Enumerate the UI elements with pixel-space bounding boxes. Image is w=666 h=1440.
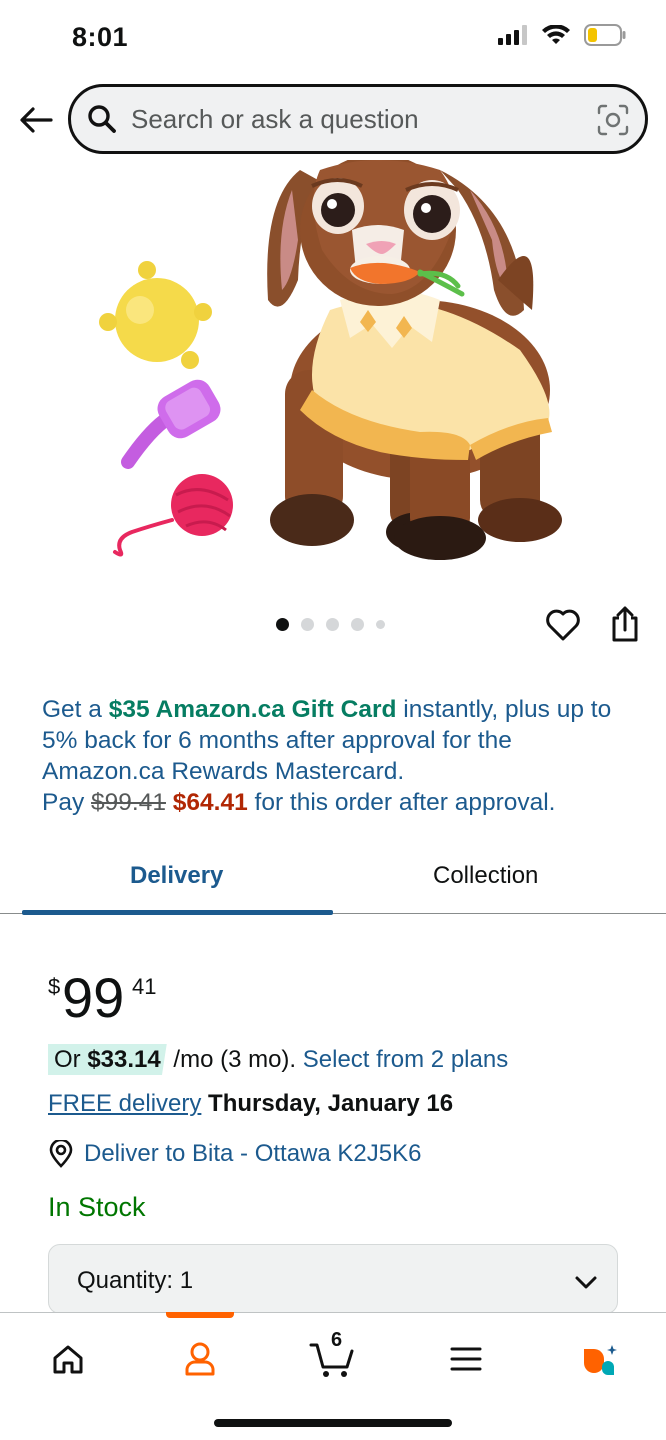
price-whole: 99 — [62, 966, 125, 1029]
cellular-signal-icon — [498, 25, 527, 45]
cart-count-badge: 6 — [331, 1329, 343, 1351]
promo-suffix: for this order after approval. — [247, 789, 556, 816]
tab-delivery[interactable]: Delivery — [130, 862, 223, 890]
installment-offer: Or $33.14 /mo (3 mo). Select from 2 plan… — [48, 1044, 508, 1075]
status-icons — [498, 24, 626, 46]
account-icon — [185, 1342, 215, 1376]
installment-badge: Or $33.14 — [48, 1044, 167, 1075]
carousel-dots[interactable] — [276, 618, 385, 631]
share-button[interactable] — [606, 604, 644, 644]
search-icon — [88, 105, 116, 133]
credit-card-promo[interactable]: Get a $35 Amazon.ca Gift Card instantly,… — [42, 694, 632, 818]
product-image[interactable] — [0, 160, 666, 590]
delivery-info: FREE delivery Thursday, January 16 — [48, 1090, 453, 1118]
select-plans-link[interactable]: Select from 2 plans — [303, 1046, 508, 1073]
stock-status: In Stock — [48, 1192, 146, 1222]
promo-original-price: $99.41 — [91, 789, 166, 816]
home-icon — [53, 1345, 83, 1374]
back-arrow-icon — [20, 107, 53, 133]
promo-pay-label: Pay — [42, 789, 92, 816]
quantity-label: Quantity: 1 — [77, 1267, 194, 1294]
heart-icon — [546, 609, 580, 641]
promo-sale-price: $64.41 — [172, 789, 248, 816]
bottom-nav: 6 — [0, 1312, 666, 1440]
menu-icon — [450, 1347, 482, 1371]
product-photo — [99, 160, 562, 560]
tab-collection[interactable]: Collection — [433, 862, 538, 890]
tab-selected-indicator — [22, 910, 333, 915]
back-button[interactable] — [14, 98, 58, 142]
installment-term: /mo (3 mo). — [166, 1046, 303, 1073]
rufus-icon — [584, 1345, 617, 1375]
status-time: 8:01 — [72, 22, 129, 52]
carousel-dot[interactable] — [376, 620, 385, 629]
promo-gift-card: $35 Amazon.ca Gift Card — [108, 696, 397, 723]
carousel-dot[interactable] — [301, 618, 314, 631]
battery-icon — [584, 24, 626, 46]
yellow-ball-accessory — [99, 261, 212, 369]
nav-rufus-assistant[interactable] — [576, 1335, 624, 1383]
location-pin-icon — [49, 1140, 73, 1168]
delivery-date: Thursday, January 16 — [201, 1090, 454, 1117]
pink-yarn-accessory — [113, 474, 233, 557]
carousel-dot[interactable] — [326, 618, 339, 631]
installment-amount: $33.14 — [87, 1046, 161, 1073]
free-delivery-link[interactable]: FREE delivery — [48, 1090, 201, 1117]
camera-icon[interactable] — [597, 104, 629, 136]
add-to-list-button[interactable] — [544, 606, 582, 644]
purple-brush-accessory — [121, 379, 221, 469]
promo-prefix: Get a — [42, 696, 109, 723]
status-bar: 8:01 — [0, 0, 666, 78]
search-row — [0, 84, 666, 156]
quantity-dropdown[interactable]: Quantity: 1 — [48, 1244, 618, 1314]
goat-plush-toy — [267, 160, 562, 560]
nav-account[interactable] — [176, 1335, 224, 1383]
deliver-to-link[interactable]: Deliver to Bita - Ottawa K2J5K6 — [48, 1140, 421, 1168]
price-fraction: 41 — [132, 974, 157, 999]
deliver-to-text: Deliver to Bita - Ottawa K2J5K6 — [84, 1140, 422, 1167]
price-symbol: $ — [48, 974, 61, 999]
search-bar[interactable] — [68, 84, 648, 154]
carousel-dot[interactable] — [351, 618, 364, 631]
nav-home[interactable] — [44, 1335, 92, 1383]
nav-menu[interactable] — [442, 1335, 490, 1383]
wifi-icon — [542, 25, 570, 44]
home-indicator — [214, 1419, 452, 1427]
share-icon — [612, 606, 638, 642]
search-input[interactable] — [131, 103, 571, 135]
chevron-down-icon — [575, 1276, 597, 1289]
nav-active-indicator — [166, 1312, 234, 1318]
fulfillment-tabs: Delivery Collection — [0, 852, 666, 915]
installment-prefix: Or — [54, 1046, 88, 1073]
carousel-dot[interactable] — [276, 618, 289, 631]
